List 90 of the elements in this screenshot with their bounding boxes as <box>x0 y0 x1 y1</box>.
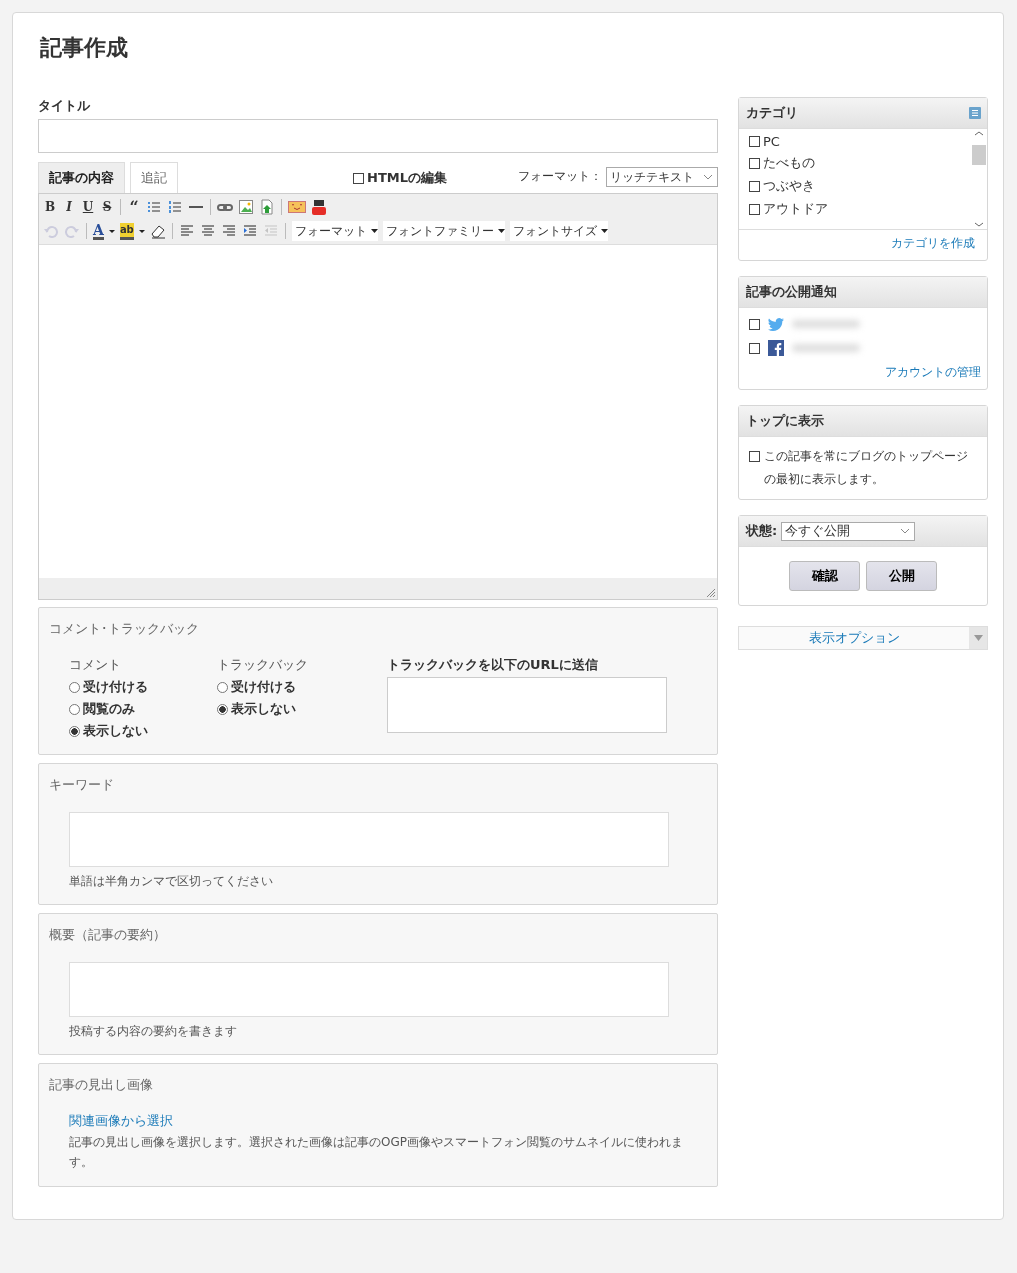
bullet-list-icon[interactable] <box>146 199 162 215</box>
caret-down-icon <box>370 229 378 233</box>
manage-accounts-link[interactable]: アカウントの管理 <box>885 365 981 379</box>
caret-down-icon[interactable] <box>108 229 115 233</box>
checkbox-label: この記事を常にブログのトップページの最初に表示します。 <box>764 448 969 488</box>
radio-label: 表示しない <box>231 700 296 718</box>
resize-handle-icon[interactable] <box>706 588 716 598</box>
category-label: たべもの <box>763 154 815 172</box>
description-text: 記事の見出し画像を選択します。選択された画像は記事のOGP画像やスマートフォン閲覧のサムネイルに使われます。 <box>69 1134 684 1171</box>
checkbox-label: HTMLの編集 <box>367 169 447 187</box>
radio-label: 閲覧のみ <box>83 700 135 718</box>
section-title: キーワード <box>49 776 115 794</box>
align-left-icon[interactable] <box>178 223 195 239</box>
create-category-link[interactable]: カテゴリを作成 <box>891 236 975 250</box>
bold-button[interactable]: B <box>43 200 57 214</box>
scrollbar-icon[interactable] <box>971 129 987 229</box>
checkbox[interactable] <box>749 157 760 169</box>
blockquote-button[interactable]: “ <box>127 197 141 217</box>
hint-text: 投稿する内容の要約を書きます <box>69 1023 238 1040</box>
toolbar-dropdown[interactable]: フォントファミリー <box>382 221 505 241</box>
toolbar-dropdown[interactable]: フォントサイズ <box>509 221 608 241</box>
redacted-account-name <box>792 344 860 352</box>
radio-button[interactable] <box>69 681 80 693</box>
checkbox[interactable] <box>749 451 760 462</box>
panel-title: トップに表示 <box>746 412 824 430</box>
checkbox[interactable] <box>353 172 364 184</box>
field-label: トラックバックを以下のURLに送信 <box>387 656 599 674</box>
hint-text: 単語は半角カンマで区切ってください <box>69 873 274 890</box>
page-title: 記事作成 <box>40 34 129 62</box>
indent-icon[interactable] <box>241 223 258 239</box>
checkbox[interactable] <box>749 180 760 192</box>
chevron-down-icon <box>899 526 912 536</box>
panel-title: 記事の公開通知 <box>746 283 837 301</box>
radio-button[interactable] <box>217 681 228 693</box>
facebook-icon <box>768 340 784 356</box>
display-options-dropdown[interactable]: 表示オプション <box>738 626 988 650</box>
category-label: つぶやき <box>763 177 815 195</box>
panel-title: カテゴリ <box>746 104 798 122</box>
radio-label: 表示しない <box>83 722 148 740</box>
caret-down-icon <box>497 229 505 233</box>
eraser-icon[interactable] <box>149 223 166 239</box>
bird-icon <box>768 316 784 332</box>
format-label: フォーマット： <box>518 168 602 185</box>
category-label: PC <box>763 134 780 149</box>
title-field[interactable] <box>38 119 718 153</box>
caret-down-icon <box>973 635 983 641</box>
field-label: タイトル <box>38 97 91 115</box>
section-title: コメント･トラックバック <box>49 620 200 638</box>
editor-tab[interactable]: 記事の内容 <box>38 162 125 193</box>
checkbox[interactable] <box>749 342 760 354</box>
radio-button[interactable] <box>69 725 80 737</box>
radio-group-label: コメント <box>69 656 122 674</box>
radio-button[interactable] <box>217 703 228 715</box>
smiley-face-icon[interactable] <box>288 199 306 215</box>
chevron-down-icon <box>702 172 714 182</box>
caret-down-icon[interactable] <box>138 229 145 233</box>
checkbox[interactable] <box>749 136 760 147</box>
strikethrough-button[interactable]: S <box>100 200 114 214</box>
radio-label: 受け付ける <box>83 678 148 696</box>
align-right-icon[interactable] <box>220 223 237 239</box>
keyword-field[interactable] <box>69 812 669 867</box>
align-center-icon[interactable] <box>199 223 216 239</box>
image-icon[interactable] <box>238 199 254 215</box>
toolbar-dropdown[interactable]: フォーマット <box>291 221 378 241</box>
text-color-button[interactable]: A <box>93 222 104 240</box>
format-dropdown[interactable]: リッチテキスト <box>606 167 718 187</box>
checkbox[interactable] <box>749 318 760 330</box>
italic-button[interactable]: I <box>62 200 76 214</box>
action-button[interactable]: 確認 <box>789 561 860 591</box>
redacted-account-name <box>792 320 860 328</box>
underline-button[interactable]: U <box>81 200 95 214</box>
list-icon[interactable] <box>969 107 981 119</box>
radio-group-label: トラックバック <box>217 656 309 674</box>
highlight-button[interactable]: ab <box>119 222 134 240</box>
editor-tab[interactable]: 追記 <box>130 162 178 193</box>
section-title: 概要（記事の要約） <box>49 926 167 944</box>
status-dropdown[interactable]: 今すぐ公開 <box>781 521 916 541</box>
action-button[interactable]: 公開 <box>866 561 937 591</box>
checkbox[interactable] <box>749 203 760 215</box>
radio-button[interactable] <box>69 703 80 715</box>
file-upload-icon[interactable] <box>259 199 275 215</box>
numbered-list-icon[interactable] <box>167 199 183 215</box>
caret-down-icon <box>600 229 608 233</box>
status-label: 状態: <box>746 522 778 540</box>
radio-label: 受け付ける <box>231 678 296 696</box>
category-label: アウトドア <box>763 200 828 218</box>
select-image-link[interactable]: 関連画像から選択 <box>69 1112 173 1130</box>
trackback-url-field[interactable] <box>387 677 667 733</box>
summary-field[interactable] <box>69 962 669 1017</box>
section-title: 記事の見出し画像 <box>49 1076 154 1094</box>
